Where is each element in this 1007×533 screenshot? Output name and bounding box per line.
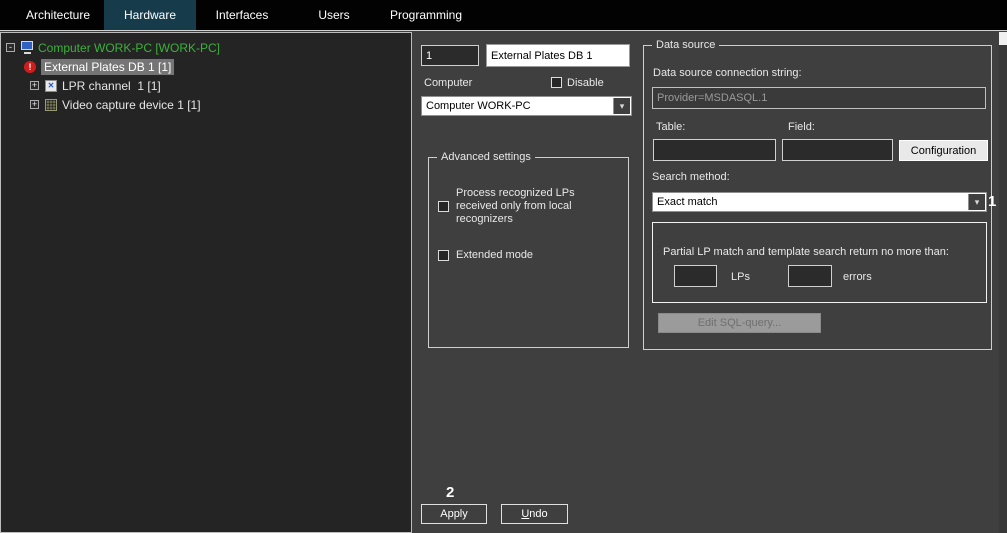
- expand-expander-icon[interactable]: +: [30, 100, 39, 109]
- vertical-scrollbar[interactable]: [999, 32, 1007, 533]
- field-label: Field:: [788, 121, 815, 133]
- apply-button[interactable]: Apply: [421, 504, 487, 524]
- computer-icon-base: [24, 52, 31, 54]
- table-label: Table:: [656, 121, 685, 133]
- lps-label: LPs: [731, 271, 750, 283]
- connection-string-label: Data source connection string:: [653, 67, 802, 79]
- lpr-channel-icon-badge: ✕: [45, 80, 57, 92]
- advanced-settings-title: Advanced settings: [437, 151, 535, 163]
- scrollbar-thumb[interactable]: [999, 32, 1007, 45]
- tab-hardware[interactable]: Hardware: [104, 0, 196, 30]
- tab-bar: Architecture Hardware Interfaces Users P…: [0, 0, 1007, 31]
- partial-match-group: [652, 222, 987, 303]
- tree-item-external-plates-db[interactable]: ! External Plates DB 1 [1]: [1, 57, 411, 76]
- search-method-select[interactable]: Exact match ▾: [652, 192, 987, 212]
- callout-step-2: 2: [446, 484, 454, 501]
- extended-mode-label: Extended mode: [456, 249, 533, 262]
- data-source-title: Data source: [652, 39, 719, 51]
- chevron-down-icon: ▾: [613, 98, 630, 114]
- search-method-value: Exact match: [657, 196, 718, 208]
- undo-button[interactable]: Undo: [501, 504, 568, 524]
- lpr-channel-icon: ✕: [44, 79, 58, 92]
- process-local-lps-checkbox[interactable]: [438, 201, 449, 212]
- undo-button-label: ndo: [529, 508, 547, 520]
- tab-programming[interactable]: Programming: [380, 0, 472, 30]
- connection-string-field[interactable]: [652, 87, 986, 109]
- tree-item-computer-label[interactable]: Computer WORK-PC [WORK-PC]: [38, 41, 220, 55]
- tree-item-video-capture-device[interactable]: + Video capture device 1 [1]: [1, 95, 411, 114]
- error-icon-badge: !: [24, 61, 36, 73]
- error-icon: !: [23, 60, 37, 73]
- partial-match-label: Partial LP match and template search ret…: [663, 246, 949, 258]
- collapse-expander-icon[interactable]: -: [6, 43, 15, 52]
- configuration-button[interactable]: Configuration: [899, 140, 988, 161]
- tab-interfaces[interactable]: Interfaces: [196, 0, 288, 30]
- expand-expander-icon[interactable]: +: [30, 81, 39, 90]
- computer-icon: [20, 41, 34, 54]
- field-field[interactable]: [782, 139, 893, 161]
- tree-item-video-capture-device-label[interactable]: Video capture device 1 [1]: [62, 98, 201, 112]
- tree-item-lpr-channel[interactable]: + ✕ LPR channel 1 [1]: [1, 76, 411, 95]
- tab-architecture[interactable]: Architecture: [12, 0, 104, 30]
- computer-select-value: Computer WORK-PC: [426, 100, 531, 112]
- hardware-tree-panel: - Computer WORK-PC [WORK-PC] ! External …: [0, 32, 412, 533]
- app-window: Architecture Hardware Interfaces Users P…: [0, 0, 1007, 533]
- object-id-field[interactable]: [421, 45, 479, 66]
- search-method-label: Search method:: [652, 171, 730, 183]
- chevron-down-icon: ▾: [968, 194, 985, 210]
- tab-users[interactable]: Users: [288, 0, 380, 30]
- errors-limit-field[interactable]: [788, 265, 832, 287]
- disable-checkbox[interactable]: [551, 77, 562, 88]
- lps-limit-field[interactable]: [674, 265, 717, 287]
- tree-item-lpr-channel-label[interactable]: LPR channel 1 [1]: [62, 79, 161, 93]
- computer-select[interactable]: Computer WORK-PC ▾: [421, 96, 632, 116]
- callout-step-1: 1: [988, 193, 996, 210]
- tree-item-computer[interactable]: - Computer WORK-PC [WORK-PC]: [1, 38, 411, 57]
- video-capture-icon: [44, 98, 58, 111]
- computer-label: Computer: [424, 77, 472, 89]
- extended-mode-checkbox[interactable]: [438, 250, 449, 261]
- table-field[interactable]: [653, 139, 776, 161]
- errors-label: errors: [843, 271, 872, 283]
- computer-icon-screen: [21, 41, 33, 50]
- video-capture-icon-badge: [45, 99, 57, 111]
- tree-item-external-plates-db-label[interactable]: External Plates DB 1 [1]: [41, 59, 174, 75]
- object-name-field[interactable]: [486, 44, 630, 67]
- edit-sql-query-button[interactable]: Edit SQL-query...: [658, 313, 821, 333]
- disable-checkbox-label: Disable: [567, 77, 604, 89]
- process-local-lps-label: Process recognized LPs received only fro…: [456, 187, 606, 226]
